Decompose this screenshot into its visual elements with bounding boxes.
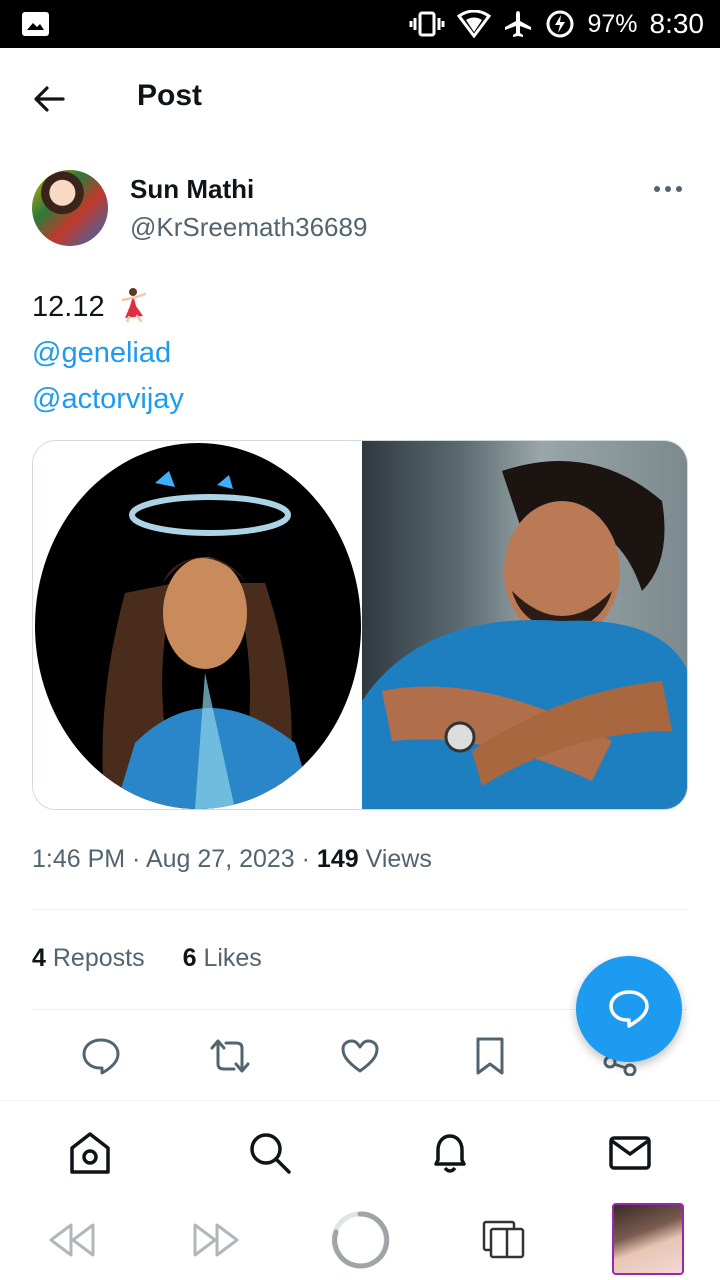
gallery-notification-icon bbox=[22, 12, 49, 36]
reposts-stat[interactable]: 4 Reposts bbox=[32, 944, 145, 973]
status-bar: 97% 8:30 bbox=[0, 0, 720, 48]
compose-button[interactable] bbox=[576, 956, 682, 1062]
app-thumbnail[interactable] bbox=[612, 1203, 684, 1275]
arrow-left-icon bbox=[34, 86, 65, 112]
clock: 8:30 bbox=[649, 8, 705, 39]
battery-percent: 97% bbox=[587, 9, 638, 38]
post-author: Sun Mathi @KrSreemath36689 bbox=[32, 170, 688, 250]
tabs-icon[interactable] bbox=[480, 1208, 528, 1272]
post-text-line: 12.12 bbox=[32, 284, 688, 330]
media-image-left[interactable] bbox=[33, 441, 362, 809]
bell-icon[interactable] bbox=[426, 1129, 474, 1177]
loading-spinner-icon bbox=[330, 1208, 390, 1272]
fast-forward-icon[interactable] bbox=[190, 1208, 242, 1272]
mention-link-2[interactable]: @actorvijay bbox=[32, 376, 688, 422]
more-dots-icon[interactable] bbox=[654, 184, 684, 194]
avatar[interactable] bbox=[32, 170, 108, 246]
author-handle[interactable]: @KrSreemath36689 bbox=[130, 212, 367, 243]
vibrate-icon bbox=[409, 11, 445, 37]
airplane-icon bbox=[505, 11, 532, 37]
post-timestamp: 1:46 PM · Aug 27, 2023 · 149 Views bbox=[32, 845, 432, 873]
media-image-right[interactable] bbox=[362, 441, 687, 809]
repost-icon[interactable] bbox=[208, 1034, 252, 1078]
post-text: 12.12 @geneliad @actorvijay bbox=[32, 284, 688, 422]
post-media[interactable] bbox=[32, 440, 688, 810]
back-button[interactable] bbox=[28, 78, 70, 120]
mention-link-1[interactable]: @geneliad bbox=[32, 330, 688, 376]
mail-icon[interactable] bbox=[606, 1129, 654, 1177]
page-title: Post bbox=[137, 79, 203, 112]
home-icon[interactable] bbox=[66, 1129, 114, 1177]
bottom-nav bbox=[0, 1100, 720, 1200]
divider bbox=[32, 909, 688, 910]
bookmark-icon[interactable] bbox=[468, 1034, 512, 1078]
wifi-icon bbox=[457, 10, 492, 38]
views-count: 149 bbox=[316, 845, 359, 873]
status-icons: 97% 8:30 bbox=[409, 0, 704, 48]
compose-icon bbox=[609, 990, 649, 1028]
post-stats: 4 Reposts 6 Likes bbox=[32, 944, 262, 973]
likes-stat[interactable]: 6 Likes bbox=[183, 944, 262, 973]
search-icon[interactable] bbox=[246, 1129, 294, 1177]
heart-icon[interactable] bbox=[338, 1034, 382, 1078]
reply-icon[interactable] bbox=[79, 1034, 123, 1078]
views-label: Views bbox=[365, 845, 432, 873]
battery-charging-icon bbox=[546, 10, 574, 38]
header: Post bbox=[0, 48, 720, 146]
rewind-icon[interactable] bbox=[46, 1208, 98, 1272]
author-name[interactable]: Sun Mathi bbox=[130, 174, 254, 205]
dancer-emoji-icon bbox=[121, 288, 146, 322]
